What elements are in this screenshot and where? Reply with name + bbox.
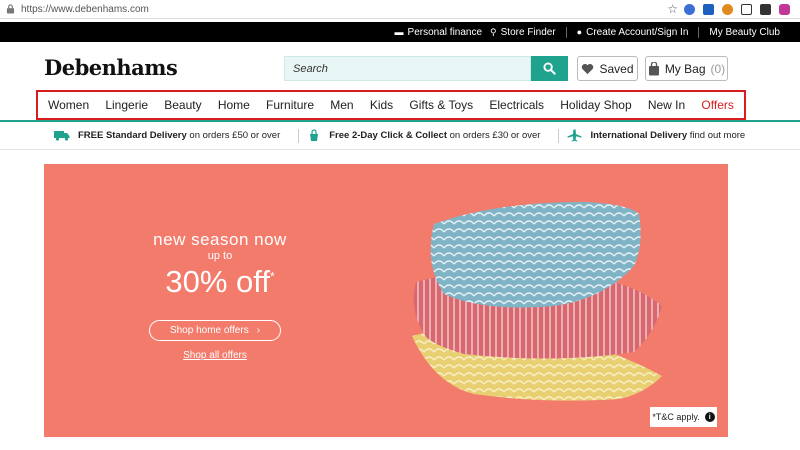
search-icon (543, 62, 556, 75)
bag-count: (0) (710, 61, 726, 76)
search-input[interactable]: Search (284, 56, 531, 81)
nav-item-electricals[interactable]: Electricals (489, 98, 544, 112)
extension-icon-2[interactable] (703, 3, 714, 15)
info-icon: i (704, 412, 715, 422)
standard-delivery-title: FREE Standard Delivery (78, 130, 187, 141)
beauty-club-link[interactable]: My Beauty Club (709, 27, 780, 38)
debenhams-logo[interactable]: Debenhams (44, 55, 178, 80)
chevron-right-icon: › (256, 325, 261, 336)
click-collect-title: Free 2-Day Click & Collect (329, 130, 447, 141)
nav-item-holiday-shop[interactable]: Holiday Shop (560, 98, 631, 112)
lock-icon (6, 4, 15, 14)
card-icon: ▬ (394, 27, 404, 37)
store-finder-label: Store Finder (500, 26, 556, 38)
heart-icon (582, 63, 594, 74)
account-label: Create Account/Sign In (586, 26, 689, 38)
divider (298, 128, 300, 143)
main-navigation: Women Lingerie Beauty Home Furniture Men… (36, 90, 746, 120)
location-pin-icon: ⚲ (490, 26, 497, 37)
divider (565, 26, 567, 38)
international-delivery-detail: find out more (689, 130, 746, 141)
divider (558, 128, 560, 143)
account-link[interactable]: ● Create Account/Sign In (577, 27, 689, 38)
search-button[interactable] (531, 56, 568, 81)
standard-delivery-detail: on orders £50 or over (189, 130, 281, 141)
delivery-truck-icon (54, 131, 70, 141)
shopping-bag-icon (648, 61, 659, 75)
shop-all-offers-link[interactable]: Shop all offers (174, 350, 256, 361)
extension-icon-6[interactable] (779, 3, 790, 15)
terms-label: *T&C apply. (652, 412, 700, 422)
delivery-info-strip: FREE Standard Delivery on orders £50 or … (0, 122, 800, 150)
beauty-club-label: My Beauty Club (709, 26, 780, 38)
nav-item-offers[interactable]: Offers (701, 98, 733, 112)
browser-address-bar[interactable]: https://www.debenhams.com ☆ (0, 0, 800, 19)
hero-line-up-to: up to (207, 250, 233, 262)
top-utility-bar: ▬ Personal finance ⚲ Store Finder ● Crea… (0, 22, 800, 42)
nav-item-beauty[interactable]: Beauty (164, 98, 201, 112)
bag-label: My Bag (664, 61, 706, 76)
hero-banner[interactable]: new season now up to 30% off* Shop home … (44, 164, 728, 437)
bookmark-star-icon[interactable]: ☆ (667, 2, 678, 16)
saved-button[interactable]: Saved (577, 56, 638, 81)
hero-discount-text: 30% off (165, 264, 270, 299)
nav-item-furniture[interactable]: Furniture (266, 98, 314, 112)
nav-item-new-in[interactable]: New In (648, 98, 685, 112)
personal-finance-link[interactable]: ▬ Personal finance (395, 27, 483, 38)
international-delivery-link[interactable]: International Delivery find out more (567, 129, 745, 142)
nav-item-men[interactable]: Men (330, 98, 353, 112)
personal-finance-label: Personal finance (407, 26, 483, 38)
nav-item-lingerie[interactable]: Lingerie (105, 98, 148, 112)
terms-badge[interactable]: *T&C apply. i (650, 407, 717, 427)
hero-line-new-season: new season now (153, 230, 287, 249)
bag-button[interactable]: My Bag (0) (645, 56, 728, 81)
store-finder-link[interactable]: ⚲ Store Finder (490, 27, 556, 38)
hero-discount: 30% off* (140, 264, 300, 300)
saved-label: Saved (599, 61, 634, 76)
cushions-image (412, 202, 662, 401)
url-text[interactable]: https://www.debenhams.com (21, 4, 667, 15)
divider (698, 26, 700, 38)
shop-home-offers-label: Shop home offers (169, 325, 249, 336)
nav-item-gifts-toys[interactable]: Gifts & Toys (409, 98, 473, 112)
hero-headline: new season now up to 30% off* (140, 230, 300, 300)
airplane-icon (567, 129, 582, 142)
shop-home-offers-button[interactable]: Shop home offers › (149, 320, 281, 341)
nav-item-home[interactable]: Home (218, 98, 250, 112)
nav-item-women[interactable]: Women (48, 98, 89, 112)
extension-icon-5[interactable] (760, 3, 771, 15)
hero-asterisk: * (269, 269, 275, 284)
international-delivery-title: International Delivery (590, 130, 688, 141)
site-header: Debenhams Search Saved My Bag (0) (0, 42, 800, 90)
extension-icon-3[interactable] (722, 3, 733, 15)
standard-delivery-link[interactable]: FREE Standard Delivery on orders £50 or … (54, 130, 280, 141)
nav-item-kids[interactable]: Kids (370, 98, 393, 112)
click-collect-detail: on orders £30 or over (449, 130, 541, 141)
extension-icon-1[interactable] (684, 3, 695, 15)
click-collect-link[interactable]: Free 2-Day Click & Collect on orders £30… (307, 129, 540, 142)
click-collect-icon (310, 129, 319, 141)
user-icon: ● (576, 27, 583, 37)
extension-icon-4[interactable] (741, 3, 752, 15)
